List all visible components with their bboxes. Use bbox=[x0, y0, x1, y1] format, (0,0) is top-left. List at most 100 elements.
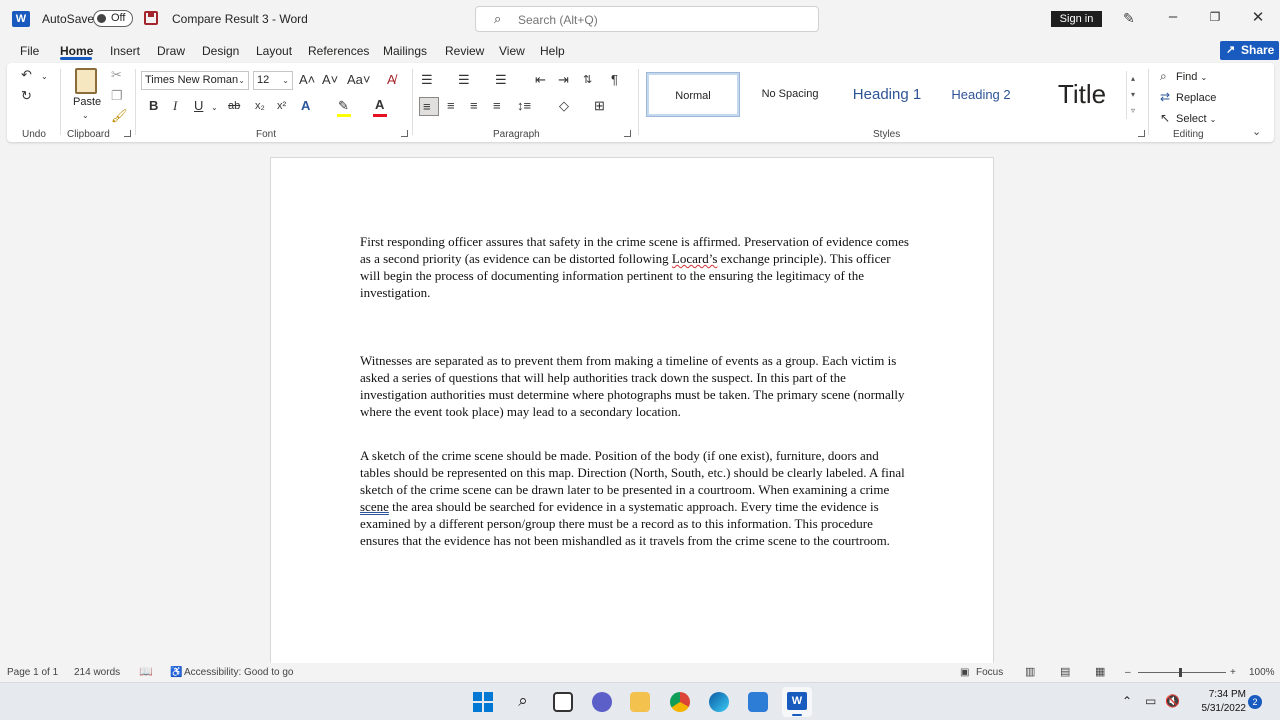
show-formatting-icon[interactable]: ¶ bbox=[611, 73, 618, 87]
document-page[interactable]: First responding officer assures that sa… bbox=[270, 157, 994, 672]
cut-icon[interactable]: ✂ bbox=[111, 68, 122, 82]
web-layout-icon[interactable]: ▦ bbox=[1095, 665, 1105, 678]
page-count[interactable]: Page 1 of 1 bbox=[7, 667, 58, 678]
copy-icon[interactable]: ❐ bbox=[111, 89, 123, 103]
text-effects-icon[interactable]: A bbox=[301, 99, 310, 113]
accessibility-status[interactable]: Accessibility: Good to go bbox=[184, 667, 294, 678]
undo-dropdown-icon[interactable]: ⌄ bbox=[41, 70, 48, 84]
tab-layout[interactable]: Layout bbox=[256, 44, 292, 58]
font-color-icon[interactable]: A bbox=[375, 98, 384, 112]
word-taskbar-button[interactable]: W bbox=[782, 687, 812, 717]
replace-button[interactable]: ⇄ Replace bbox=[1160, 90, 1216, 104]
paste-icon[interactable] bbox=[75, 68, 97, 94]
highlight-icon[interactable]: ✎ bbox=[338, 99, 349, 113]
display-icon[interactable]: ▭ bbox=[1145, 694, 1156, 708]
paragraph-1[interactable]: First responding officer assures that sa… bbox=[360, 233, 912, 301]
paragraph-3[interactable]: A sketch of the crime scene should be ma… bbox=[360, 447, 912, 549]
save-icon[interactable] bbox=[144, 11, 158, 25]
paragraph-2[interactable]: Witnesses are separated as to prevent th… bbox=[360, 352, 912, 420]
read-mode-icon[interactable]: ▥ bbox=[1025, 665, 1035, 678]
style-normal[interactable]: Normal bbox=[646, 72, 740, 117]
line-spacing-icon[interactable]: ↕≡ bbox=[517, 99, 531, 113]
increase-indent-icon[interactable]: ⇥ bbox=[558, 73, 569, 87]
tab-review[interactable]: Review bbox=[445, 44, 484, 58]
minimize-icon[interactable]: – bbox=[1163, 8, 1183, 25]
underline-icon[interactable]: U bbox=[194, 99, 203, 113]
align-center-icon[interactable]: ≡ bbox=[447, 99, 455, 113]
align-left-button[interactable]: ≡ bbox=[419, 97, 439, 116]
align-right-icon[interactable]: ≡ bbox=[470, 99, 478, 113]
restore-icon[interactable]: ❐ bbox=[1205, 10, 1225, 24]
tab-draw[interactable]: Draw bbox=[157, 44, 185, 58]
borders-icon[interactable]: ⊞ bbox=[594, 99, 605, 113]
style-heading-2[interactable]: Heading 2 bbox=[939, 73, 1023, 116]
pen-icon[interactable]: ✎ bbox=[1123, 10, 1135, 27]
redo-icon[interactable]: ↻ bbox=[21, 89, 32, 103]
tab-design[interactable]: Design bbox=[202, 44, 239, 58]
proofing-icon[interactable]: 📖 bbox=[139, 665, 153, 678]
scroll-down-icon[interactable]: ▾ bbox=[1127, 87, 1139, 103]
select-button[interactable]: ↖ Select ⌄ bbox=[1160, 111, 1216, 125]
notification-badge[interactable]: 2 bbox=[1248, 695, 1262, 709]
clock[interactable]: 7:34 PM 5/31/2022 bbox=[1188, 688, 1247, 716]
file-explorer-icon[interactable] bbox=[630, 692, 650, 712]
paste-dropdown-icon[interactable]: ⌄ bbox=[82, 109, 89, 123]
zoom-in-icon[interactable]: + bbox=[1230, 667, 1236, 678]
style-heading-1[interactable]: Heading 1 bbox=[841, 73, 933, 116]
underline-dropdown-icon[interactable]: ⌄ bbox=[211, 101, 218, 115]
autosave-toggle[interactable]: Off bbox=[93, 10, 133, 27]
zoom-out-icon[interactable]: – bbox=[1125, 667, 1131, 678]
decrease-indent-icon[interactable]: ⇤ bbox=[535, 73, 546, 87]
search-icon[interactable]: ⌕ bbox=[511, 691, 535, 711]
search-box[interactable]: ⌕ bbox=[475, 6, 819, 32]
zoom-thumb[interactable] bbox=[1179, 668, 1182, 677]
tab-references[interactable]: References bbox=[308, 44, 369, 58]
paste-button[interactable]: Paste bbox=[73, 96, 101, 108]
scroll-up-icon[interactable]: ▴ bbox=[1127, 71, 1139, 87]
chrome-icon[interactable] bbox=[670, 692, 690, 712]
task-view-icon[interactable] bbox=[553, 692, 573, 712]
paragraph-launcher-icon[interactable] bbox=[624, 130, 631, 137]
start-icon[interactable] bbox=[473, 692, 493, 712]
tab-view[interactable]: View bbox=[499, 44, 525, 58]
shading-icon[interactable]: ◇ bbox=[559, 99, 569, 113]
close-icon[interactable]: ✕ bbox=[1248, 8, 1268, 26]
justify-icon[interactable]: ≡ bbox=[493, 99, 501, 113]
print-layout-icon[interactable]: ▤ bbox=[1060, 665, 1070, 678]
shrink-font-icon[interactable]: A˅ bbox=[322, 73, 338, 87]
tab-home[interactable]: Home bbox=[60, 44, 93, 58]
edge-icon[interactable] bbox=[709, 692, 729, 712]
focus-button[interactable]: Focus bbox=[976, 667, 1003, 678]
styles-scroll[interactable]: ▴ ▾ ▿ bbox=[1126, 71, 1139, 119]
bold-icon[interactable]: B bbox=[149, 99, 158, 113]
teams-chat-icon[interactable] bbox=[592, 692, 612, 712]
style-no-spacing[interactable]: No Spacing bbox=[745, 73, 835, 116]
grow-font-icon[interactable]: A˄ bbox=[299, 73, 315, 87]
sort-icon[interactable]: ⇅ bbox=[583, 73, 592, 87]
find-button[interactable]: ⌕ Find ⌄ bbox=[1160, 69, 1207, 84]
tab-help[interactable]: Help bbox=[540, 44, 565, 58]
change-case-icon[interactable]: Aa˅ bbox=[347, 73, 371, 87]
sign-in-button[interactable]: Sign in bbox=[1051, 11, 1102, 27]
multilevel-list-icon[interactable]: ☰ bbox=[495, 73, 507, 87]
tab-file[interactable]: File bbox=[20, 44, 39, 58]
grammar-flag[interactable]: scene bbox=[360, 499, 389, 514]
zoom-level[interactable]: 100% bbox=[1249, 667, 1275, 678]
clear-formatting-icon[interactable]: A̸ bbox=[387, 73, 396, 87]
spelling-flag[interactable]: Locard’s bbox=[672, 251, 717, 266]
bullets-icon[interactable]: ☰ bbox=[421, 73, 433, 87]
tab-insert[interactable]: Insert bbox=[110, 44, 140, 58]
more-styles-icon[interactable]: ▿ bbox=[1127, 103, 1139, 119]
styles-launcher-icon[interactable] bbox=[1138, 130, 1145, 137]
format-painter-icon[interactable]: 🖌 bbox=[111, 109, 128, 123]
font-size-select[interactable]: 12 ⌄ bbox=[253, 71, 293, 90]
tab-mailings[interactable]: Mailings bbox=[383, 44, 427, 58]
chevron-up-icon[interactable]: ⌃ bbox=[1122, 694, 1132, 708]
search-input[interactable] bbox=[518, 11, 798, 29]
subscript-icon[interactable]: x₂ bbox=[255, 99, 265, 113]
font-name-select[interactable]: Times New Roman ⌄ bbox=[141, 71, 249, 90]
clipboard-launcher-icon[interactable] bbox=[124, 130, 131, 137]
share-button[interactable]: ↗ Share bbox=[1220, 41, 1279, 60]
style-title[interactable]: Title bbox=[1037, 73, 1127, 116]
strikethrough-icon[interactable]: ab bbox=[228, 99, 240, 113]
